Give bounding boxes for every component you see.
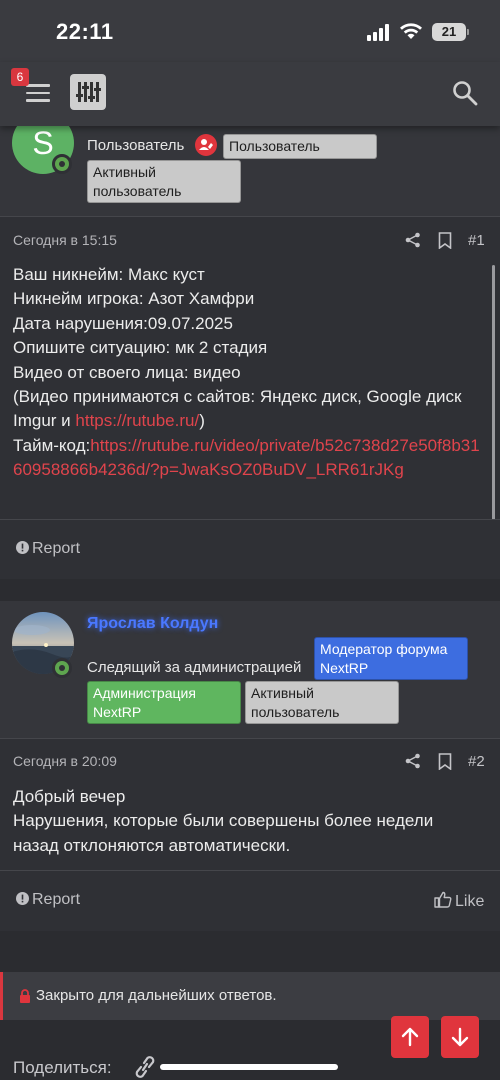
status-bar: 22:11 21 <box>0 0 500 62</box>
post-date[interactable]: Сегодня в 15:15 <box>13 232 117 248</box>
report-label: Report <box>32 540 81 557</box>
alert-icon <box>16 541 29 554</box>
scroll-up-button[interactable] <box>391 1016 429 1058</box>
badge-line: Активный <box>251 685 314 701</box>
report-label: Report <box>32 891 81 908</box>
cellular-signal-icon <box>367 24 393 41</box>
link-icon[interactable] <box>132 1056 158 1078</box>
like-button[interactable]: Like <box>434 891 484 911</box>
bookmark-icon[interactable] <box>438 232 452 249</box>
share-icon[interactable] <box>405 232 421 248</box>
post-line: Видео от своего лица: видео <box>13 362 241 382</box>
arrow-down-icon <box>451 1027 469 1047</box>
post-number[interactable]: #2 <box>468 753 485 770</box>
report-button[interactable]: Report <box>16 891 80 909</box>
search-icon[interactable] <box>452 80 478 106</box>
timecode-label: Тайм-код: <box>13 435 91 455</box>
arrow-up-icon <box>401 1027 419 1047</box>
user-title: Пользователь <box>87 137 185 154</box>
post-1: Сегодня в 15:15 #1 Ваш никнейм: Макс кус… <box>0 217 500 579</box>
user-verified-icon <box>195 134 217 156</box>
status-time: 22:11 <box>56 19 114 44</box>
post-line: Ваш никнейм: Макс куст <box>13 265 205 284</box>
share-label: Поделиться: <box>13 1058 112 1077</box>
content-scrollbar[interactable] <box>492 265 495 520</box>
post-separator <box>0 579 500 601</box>
user-badge: Активный пользователь <box>87 160 241 203</box>
note-text: ) <box>199 411 205 431</box>
like-label: Like <box>455 893 485 910</box>
wifi-icon <box>400 23 422 39</box>
badge-line: NextRP <box>320 660 369 676</box>
online-status-icon <box>52 154 72 174</box>
thumbs-up-icon <box>434 891 452 908</box>
post-content: Ваш никнейм: Макс куст Никнейм игрока: А… <box>13 263 488 483</box>
post-1-author: S Пользователь Пользователь Активный пол… <box>0 112 500 216</box>
divider <box>0 519 500 520</box>
badge-line: Модератор форума <box>320 641 448 657</box>
menu-button[interactable] <box>26 84 50 102</box>
rutube-link[interactable]: https://rutube.ru/ <box>75 411 199 430</box>
post-line: Тайм-код:https://rutube.ru/video/private… <box>13 434 488 483</box>
post-line: (Видео принимаются с сайтов: Яндекс диск… <box>13 385 488 434</box>
battery-icon: 21 <box>432 23 466 41</box>
equalizer-logo-icon <box>76 82 101 102</box>
post-line: Дата нарушения:09.07.2025 <box>13 313 233 333</box>
badge-line: пользователь <box>93 183 182 199</box>
bookmark-icon[interactable] <box>438 753 452 770</box>
user-badge: Модератор форума NextRP <box>314 637 468 680</box>
share-icon[interactable] <box>405 753 421 769</box>
badge-line: пользователь <box>251 704 340 720</box>
user-title: Следящий за администрацией <box>87 659 302 676</box>
post-2-author: Ярослав Колдун Следящий за администрацие… <box>0 601 500 738</box>
user-badge: Администрация NextRP <box>87 681 241 724</box>
post-line: Опишите ситуацию: мк 2 стадия <box>13 338 268 358</box>
user-badge: Пользователь <box>223 134 377 159</box>
post-2: Сегодня в 20:09 #2 Добрый вечер Нарушени… <box>0 739 500 931</box>
online-status-icon <box>52 658 72 678</box>
report-button[interactable]: Report <box>16 540 80 558</box>
divider <box>0 870 500 871</box>
badge-line: Активный <box>93 164 156 180</box>
lock-icon <box>20 989 30 1003</box>
badge-line: NextRP <box>93 704 142 720</box>
post-date[interactable]: Сегодня в 20:09 <box>13 753 117 769</box>
site-logo[interactable] <box>70 74 106 110</box>
user-badge: Активный пользователь <box>245 681 399 724</box>
username[interactable]: Ярослав Колдун <box>87 615 218 633</box>
post-line: Никнейм игрока: Азот Хамфри <box>13 289 255 309</box>
post-content: Добрый вечер Нарушения, которые были сов… <box>13 785 483 858</box>
home-indicator <box>160 1064 338 1070</box>
closed-notice-text: Закрыто для дальнейших ответов. <box>36 987 277 1004</box>
scroll-down-button[interactable] <box>441 1016 479 1058</box>
app-header: 6 <box>0 62 500 126</box>
notification-badge: 6 <box>11 68 29 86</box>
alert-icon <box>16 892 29 905</box>
badge-line: Администрация <box>93 685 196 701</box>
post-line: Нарушения, которые были совершены более … <box>13 811 434 855</box>
post-number[interactable]: #1 <box>468 232 485 249</box>
battery-tip <box>467 29 469 35</box>
post-line: Добрый вечер <box>13 787 126 806</box>
thread-closed-notice: Закрыто для дальнейших ответов. <box>0 972 500 1020</box>
